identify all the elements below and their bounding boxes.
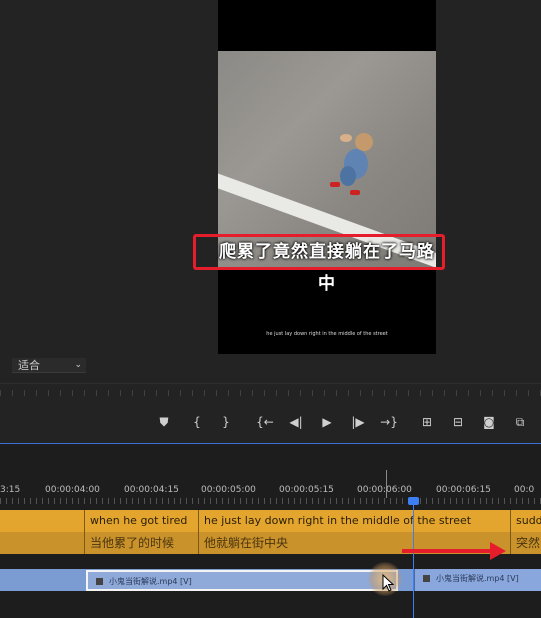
- caption-clip[interactable]: 当他累了的时候: [84, 532, 198, 554]
- red-arrow-head: [490, 542, 506, 560]
- caption-clip[interactable]: 突然: [510, 532, 541, 554]
- scrubber-ticks: [0, 390, 541, 396]
- subtitle-english: he just lay down right in the middle of …: [266, 331, 388, 337]
- marker-icon[interactable]: ⛊: [154, 412, 174, 432]
- timecode-label: 00:00:05:15: [279, 485, 334, 495]
- playhead-line: [413, 500, 414, 618]
- compare-icon[interactable]: ⧉: [510, 412, 530, 432]
- go-to-out-icon[interactable]: →}: [379, 412, 399, 432]
- caption-clip[interactable]: when he got tired: [84, 510, 198, 532]
- timecode-label: 3:15: [0, 485, 21, 495]
- subtitle-highlight-box: [193, 234, 445, 270]
- video-clip[interactable]: 小鬼当街解说.mp4 [V]: [414, 569, 541, 591]
- timecode-label: 00:00:04:15: [124, 485, 179, 495]
- child-figure: [330, 133, 373, 195]
- fit-dropdown[interactable]: 适合 ⌄: [12, 358, 86, 373]
- clip-label: 小鬼当街解说.mp4 [V]: [436, 574, 519, 583]
- step-back-icon[interactable]: ◀|: [286, 412, 306, 432]
- timecode-label: 00:00:06:15: [436, 485, 491, 495]
- timecode-label: 00:00:05:00: [201, 485, 256, 495]
- fx-badge-icon: [423, 575, 430, 582]
- mark-in-icon[interactable]: {: [187, 412, 207, 432]
- fit-dropdown-label: 适合: [18, 359, 40, 372]
- mouse-cursor-icon: [382, 574, 395, 592]
- go-to-in-icon[interactable]: {←: [255, 412, 275, 432]
- chevron-down-icon: ⌄: [74, 360, 82, 370]
- play-icon[interactable]: ▶: [317, 412, 337, 432]
- caption-clip[interactable]: sudd: [510, 510, 541, 532]
- red-arrow-annotation: [402, 549, 494, 553]
- camera-icon[interactable]: ◙: [479, 412, 499, 432]
- caption-clip[interactable]: he just lay down right in the middle of …: [198, 510, 510, 532]
- video-clip-selected[interactable]: 小鬼当街解说.mp4 [V]: [86, 570, 398, 591]
- lift-icon[interactable]: ⊞: [417, 412, 437, 432]
- step-forward-icon[interactable]: |▶: [348, 412, 368, 432]
- video-frame: [218, 0, 436, 354]
- extract-icon[interactable]: ⊟: [448, 412, 468, 432]
- mark-out-icon[interactable]: }: [216, 412, 236, 432]
- ruler-ticks: [0, 498, 541, 504]
- timecode-label: 00:00:04:00: [45, 485, 100, 495]
- fx-badge-icon: [96, 578, 103, 585]
- clip-label: 小鬼当街解说.mp4 [V]: [109, 577, 192, 586]
- playhead-handle[interactable]: [408, 497, 419, 505]
- timecode-label: 00:0: [514, 485, 535, 495]
- timecode-label: 00:00:06:00: [357, 485, 412, 495]
